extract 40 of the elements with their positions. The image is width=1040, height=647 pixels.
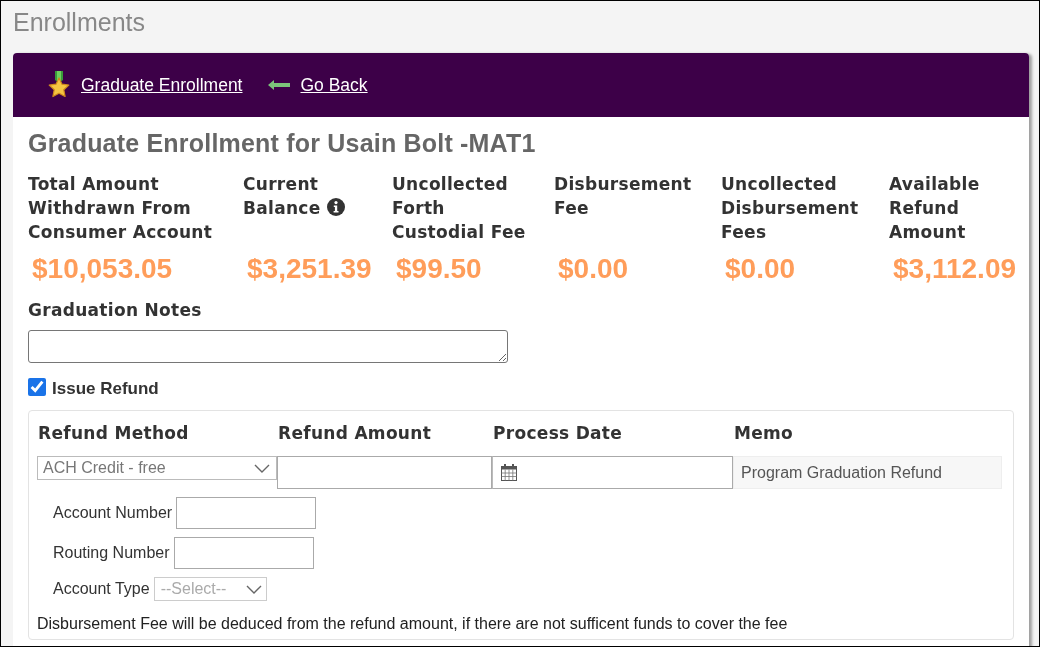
star-medal-icon — [48, 71, 70, 99]
column-header: Process Date — [493, 422, 623, 445]
checkbox-label: Issue Refund — [52, 379, 159, 399]
text-field[interactable] — [173, 537, 314, 569]
summary-label: Disbursement Fee — [554, 174, 692, 218]
enrollment-heading: Graduate Enrollment for Usain Bolt -MAT1 — [28, 129, 536, 157]
summary-label: Current Balance — [243, 174, 321, 218]
field-label: Routing Number — [53, 544, 170, 562]
summary-label: Uncollected Forth Custodial Fee — [392, 174, 526, 242]
chevron-down-icon — [245, 584, 262, 594]
field-label: Account Number — [53, 504, 173, 522]
field-label: Account Type — [53, 580, 150, 598]
notes-label: Graduation Notes — [28, 299, 202, 322]
summary-label: Uncollected Disbursement Fees — [721, 174, 859, 242]
text-field[interactable] — [176, 497, 317, 529]
toolbar-link[interactable]: Graduate Enrollment — [81, 75, 243, 95]
summary-amount: $3,112.09 — [892, 255, 1017, 283]
info-icon[interactable] — [326, 198, 345, 216]
fee-note: Disbursement Fee will be deduced from the refund amount, if there are not sufficent funds to cover the fee — [37, 614, 788, 634]
dropdown[interactable]: ACH Credit - free — [37, 456, 277, 480]
arrow-left-icon — [268, 80, 291, 90]
summary-label: Available Refund Amount — [889, 174, 980, 242]
column-header: Memo — [734, 422, 794, 445]
summary-amount: $0.00 — [724, 255, 796, 283]
date-field[interactable] — [492, 456, 733, 489]
issue-refund-checkbox[interactable] — [28, 377, 46, 396]
summary-amount: $3,251.39 — [246, 255, 372, 283]
readonly-field[interactable]: Program Graduation Refund — [733, 456, 1002, 489]
text-field[interactable] — [277, 456, 492, 489]
page-title: Enrollments — [13, 8, 145, 36]
toolbar-link[interactable]: Go Back — [300, 75, 368, 95]
summary-amount: $99.50 — [395, 255, 482, 283]
notes-field[interactable] — [28, 330, 508, 363]
summary-label: Total Amount Withdrawn From Consumer Account — [28, 174, 213, 242]
column-header: Refund Amount — [278, 422, 432, 445]
chevron-down-icon — [254, 463, 270, 473]
summary-amount: $0.00 — [557, 255, 629, 283]
summary-amount: $10,053.05 — [31, 255, 173, 283]
calendar-icon — [501, 464, 517, 481]
column-header: Refund Method — [38, 422, 189, 445]
